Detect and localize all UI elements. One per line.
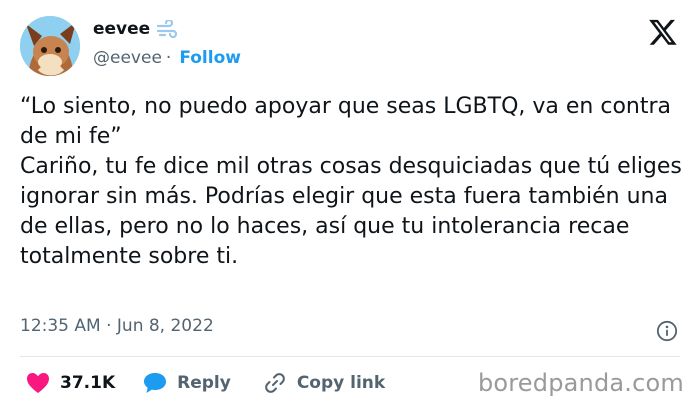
reply-bubble-icon	[144, 373, 167, 393]
follow-button[interactable]: Follow	[179, 48, 241, 68]
handle-row: @eevee · Follow	[93, 48, 241, 68]
watermark: boredpanda.com	[477, 369, 684, 397]
divider	[20, 356, 680, 357]
like-count: 37.1K	[60, 373, 116, 393]
author-handle[interactable]: @eevee	[93, 48, 162, 68]
avatar-image	[20, 16, 80, 76]
wind-emoji-icon	[157, 20, 178, 38]
link-icon	[265, 373, 285, 393]
separator-dot: ·	[165, 48, 172, 68]
action-bar: 37.1K Reply Copy link	[26, 368, 385, 398]
like-button[interactable]: 37.1K	[26, 372, 115, 394]
copy-link-label: Copy link	[296, 373, 386, 393]
reply-button[interactable]: Reply	[143, 372, 231, 394]
author-name-row[interactable]: eevee	[93, 19, 178, 39]
info-icon[interactable]	[656, 320, 678, 342]
tweet-timestamp[interactable]: 12:35 AM · Jun 8, 2022	[20, 316, 214, 336]
tweet-text: “Lo siento, no puedo apoyar que seas LGB…	[20, 94, 682, 269]
author-name[interactable]: eevee	[93, 19, 150, 39]
x-logo-icon[interactable]	[648, 17, 678, 47]
heart-icon	[27, 373, 49, 393]
copy-link-button[interactable]: Copy link	[263, 371, 385, 395]
reply-label: Reply	[177, 373, 231, 393]
avatar[interactable]	[20, 16, 80, 76]
